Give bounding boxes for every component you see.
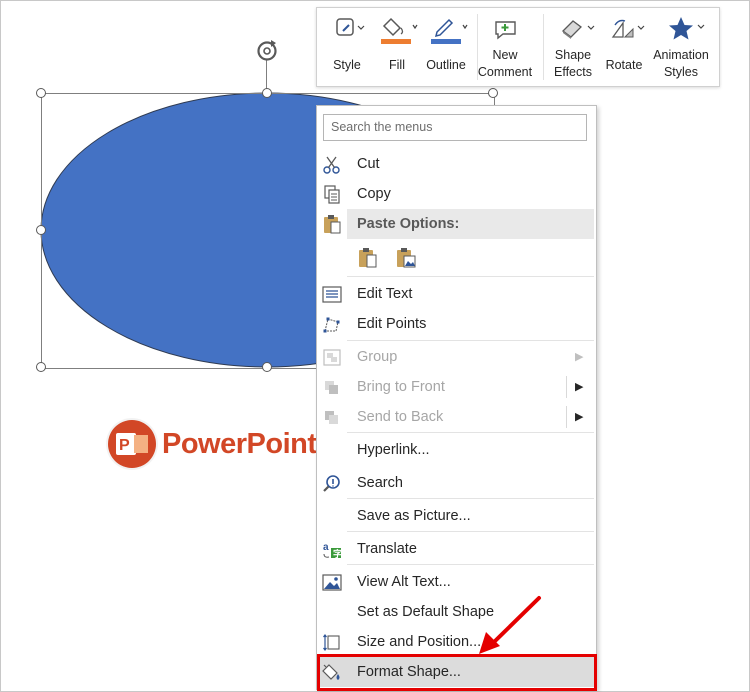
menu-separator [347,564,594,565]
handle-top-right[interactable] [488,88,498,98]
menu-item-set-default-shape[interactable]: Set as Default Shape [317,597,596,627]
menu-item-save-as-picture[interactable]: Save as Picture... [317,501,596,531]
shape-effects-button[interactable]: Shape Effects [547,8,599,86]
outline-button[interactable]: Outline [423,8,469,86]
split-divider [566,406,567,428]
mini-toolbar: Style Fill Outline New Comment Shape Eff… [316,7,720,87]
send-to-back-icon [325,411,338,424]
style-label: Style [333,58,361,72]
submenu-arrow-icon[interactable]: ▶ [575,380,583,393]
bring-to-front-label: Bring to Front [357,379,445,395]
star-icon [669,17,705,40]
animation-styles-label-2: Styles [663,65,699,79]
animation-styles-button[interactable]: Animation Styles [649,8,713,86]
fill-button[interactable]: Fill [377,8,418,86]
svg-text:a: a [323,542,329,553]
handle-bottom-left[interactable] [36,362,46,372]
bring-to-front-icon [325,381,338,394]
menu-item-edit-points[interactable]: Edit Points [317,309,596,339]
rotate-icon [611,19,645,38]
menu-item-view-alt-text[interactable]: View Alt Text... [317,567,596,597]
svg-text:字: 字 [333,548,342,559]
shape-effects-label-2: Effects [554,65,592,79]
pen-outline-icon [431,18,468,44]
paste-keep-formatting-icon[interactable] [357,246,379,270]
menu-separator [347,498,594,499]
animation-styles-label-1: Animation [653,48,709,62]
red-arrow-icon [479,596,541,654]
menu-separator [347,276,594,277]
edit-text-label: Edit Text [357,286,413,302]
shape-effects-label-1: Shape [554,48,592,62]
menu-separator [347,531,594,532]
paste-options-label: Paste Options: [357,216,460,232]
handle-top-left[interactable] [36,88,46,98]
paste-as-picture-icon[interactable] [395,246,417,270]
group-label: Group [357,349,398,365]
hyperlink-label: Hyperlink... [357,442,430,458]
handle-top[interactable] [262,88,272,98]
edit-points-icon [323,317,340,333]
new-comment-button[interactable]: New Comment [477,8,533,86]
group-icon [323,349,341,366]
translate-icon: a 字 [323,542,342,559]
cut-label: Cut [357,156,380,172]
search-label: Search [357,475,403,491]
scissors-icon [323,156,340,174]
svg-text:P: P [119,437,130,454]
menu-item-copy[interactable]: Copy [317,179,596,209]
menu-item-edit-text[interactable]: Edit Text [317,279,596,309]
handle-left[interactable] [36,225,46,235]
submenu-arrow-icon[interactable]: ▶ [575,410,583,423]
smart-search-icon [323,475,340,492]
shape-style-icon [336,18,365,36]
context-menu: Search the menus Cut Copy Paste Options: [316,105,597,690]
copy-icon [324,185,340,204]
menu-item-cut[interactable]: Cut [317,149,596,179]
menu-item-group[interactable]: Group ▶ [317,342,596,372]
new-comment-label-1: New [492,48,518,62]
save-as-picture-label: Save as Picture... [357,508,471,524]
menu-item-send-to-back[interactable]: Send to Back ▶ [317,402,596,432]
shape-effects-icon [562,20,595,39]
send-to-back-label: Send to Back [357,409,444,425]
view-alt-text-label: View Alt Text... [357,574,451,590]
menu-item-bring-to-front[interactable]: Bring to Front ▶ [317,372,596,402]
copy-label: Copy [357,186,391,202]
edit-points-label: Edit Points [357,316,427,332]
menu-separator [347,340,594,341]
handle-bottom[interactable] [262,362,272,372]
alt-text-icon [322,574,342,591]
new-comment-icon [495,21,516,40]
translate-label: Translate [357,541,417,557]
clipboard-icon [324,215,341,234]
submenu-arrow-icon: ▶ [575,351,584,363]
menu-search-input[interactable]: Search the menus [323,114,587,141]
size-position-icon [323,634,340,651]
outline-label: Outline [426,58,466,72]
edit-text-icon [322,286,342,303]
new-comment-label-2: Comment [477,65,533,79]
rotate-label: Rotate [605,58,643,72]
paste-options-header: Paste Options: [347,209,594,239]
menu-item-translate[interactable]: a 字 Translate [317,534,596,564]
highlight-box [317,654,597,691]
menu-item-hyperlink[interactable]: Hyperlink... [317,435,596,465]
style-button[interactable]: Style [325,8,369,86]
powerpoint-logo-icon: P [108,420,156,468]
paint-bucket-icon [381,17,418,44]
rotate-button[interactable]: Rotate [601,8,647,86]
menu-item-search[interactable]: Search [317,468,596,498]
menu-separator [347,432,594,433]
menu-item-size-and-position[interactable]: Size and Position... [317,627,596,657]
fill-label: Fill [389,58,405,72]
split-divider [566,376,567,398]
toolbar-separator [543,14,544,80]
rotate-handle-icon[interactable] [254,38,280,64]
size-and-position-label: Size and Position... [357,634,482,650]
